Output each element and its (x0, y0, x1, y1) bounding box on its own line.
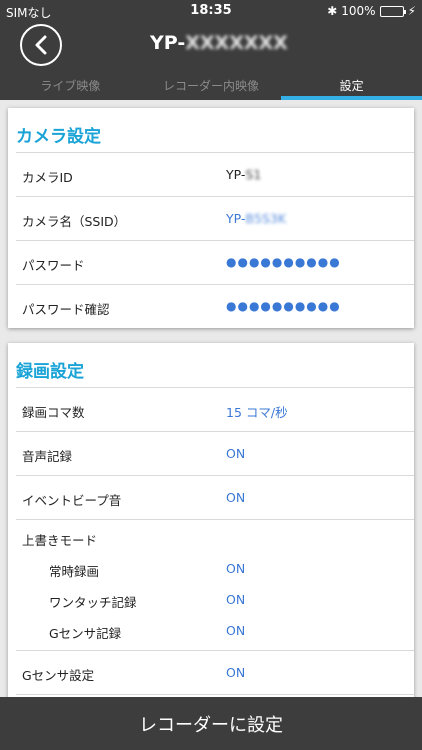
charging-icon: ⚡ (407, 4, 416, 18)
overwrite-mode-header: 上書きモード (16, 519, 414, 553)
frame-rate-row[interactable]: 録画コマ数 15 コマ/秒 (16, 387, 414, 431)
apply-button-label: レコーダーに設定 (139, 714, 283, 736)
camera-settings-card: カメラ設定 カメラID YP-S1 カメラ名（SSID） YP-B5S3K パス… (8, 108, 414, 328)
row-label: Gセンサ設定 (22, 668, 95, 683)
recording-settings-title: 録画設定 (16, 362, 84, 382)
row-label: パスワード確認 (22, 302, 110, 317)
g-sensor-record-row[interactable]: Gセンサ記録 ON (16, 615, 414, 646)
page-title: YP-XXXXXXX (150, 32, 288, 54)
tab-live[interactable]: ライブ映像 (0, 70, 141, 100)
row-label: 上書きモード (22, 533, 98, 548)
tab-recorder[interactable]: レコーダー内映像 (141, 70, 282, 100)
camera-settings-title: カメラ設定 (16, 127, 101, 147)
row-label: ワンタッチ記録 (49, 595, 137, 610)
row-label: Gセンサ記録 (49, 626, 122, 641)
battery-percent: 100% (341, 4, 376, 18)
camera-name-row[interactable]: カメラ名（SSID） YP-B5S3K (16, 196, 414, 240)
row-value: ON (226, 446, 246, 461)
nav-bar: YP-XXXXXXX (0, 22, 422, 70)
row-value: ON (226, 665, 246, 680)
status-bar: SIMなし 18:35 ✱ 100% ⚡ (0, 0, 422, 22)
row-value: ON (226, 592, 246, 607)
row-label: イベントビープ音 (22, 493, 122, 508)
continuous-record-row[interactable]: 常時録画 ON (16, 553, 414, 584)
tab-settings[interactable]: 設定 (281, 70, 422, 100)
row-label: 録画コマ数 (22, 405, 85, 420)
row-value: YP-B5S3K (226, 211, 287, 226)
redacted-text: XXXXXXX (185, 32, 288, 54)
chevron-left-icon (35, 35, 47, 55)
row-value: 15 コマ/秒 (226, 405, 288, 420)
password-value: ●●●●●●●●●● (226, 255, 341, 269)
row-value: ON (226, 623, 246, 638)
bluetooth-icon: ✱ (327, 4, 338, 18)
row-label: カメラID (22, 170, 73, 185)
status-right: ✱ 100% ⚡ (327, 4, 416, 18)
one-touch-record-row[interactable]: ワンタッチ記録 ON (16, 584, 414, 615)
event-beep-row[interactable]: イベントビープ音 ON (16, 475, 414, 519)
password-row[interactable]: パスワード ●●●●●●●●●● (16, 240, 414, 284)
camera-id-row[interactable]: カメラID YP-S1 (16, 152, 414, 196)
back-button[interactable] (20, 24, 62, 66)
audio-record-row[interactable]: 音声記録 ON (16, 431, 414, 475)
row-label: パスワード (22, 258, 85, 273)
tab-bar: ライブ映像 レコーダー内映像 設定 (0, 70, 422, 100)
recording-settings-card: 録画設定 録画コマ数 15 コマ/秒 音声記録 ON イベントビープ音 ON 上… (8, 343, 414, 697)
row-value: ON (226, 561, 246, 576)
password-confirm-row[interactable]: パスワード確認 ●●●●●●●●●● (16, 284, 414, 328)
battery-icon (379, 5, 406, 17)
row-label: 音声記録 (22, 449, 73, 464)
password-confirm-value: ●●●●●●●●●● (226, 299, 341, 313)
row-value: YP-S1 (226, 167, 262, 182)
row-value: ON (226, 490, 246, 505)
row-label: 常時録画 (49, 564, 100, 579)
apply-to-recorder-button[interactable]: レコーダーに設定 (0, 697, 422, 750)
settings-content[interactable]: カメラ設定 カメラID YP-S1 カメラ名（SSID） YP-B5S3K パス… (0, 100, 422, 697)
g-sensor-setting-row[interactable]: Gセンサ設定 ON (16, 650, 414, 694)
row-label: カメラ名（SSID） (22, 214, 127, 229)
